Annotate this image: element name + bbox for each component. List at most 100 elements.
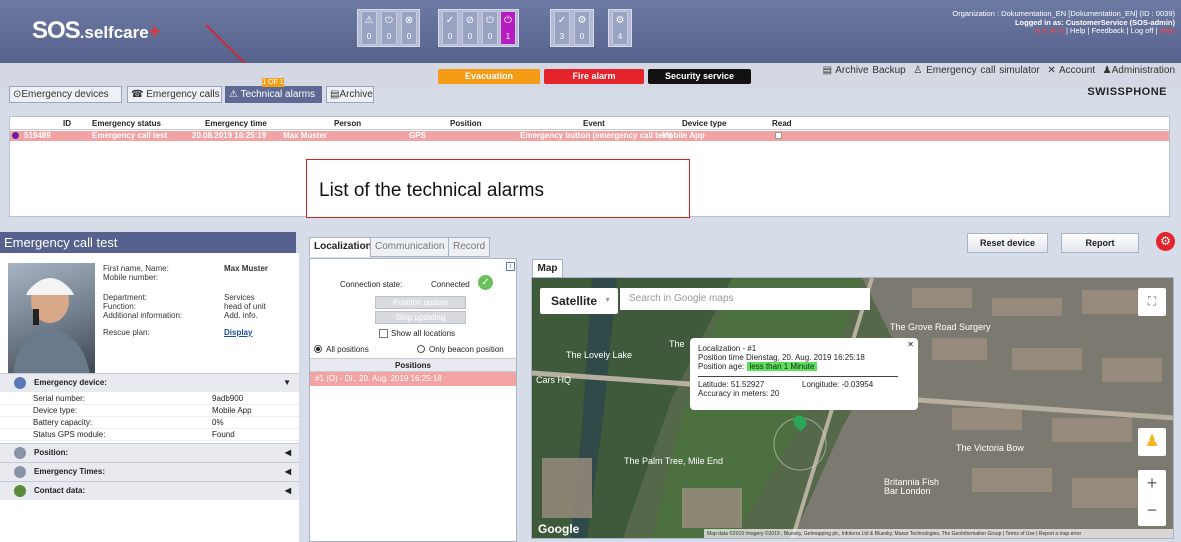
gear-icon: ⚙ — [577, 15, 587, 26]
position-icon — [14, 447, 26, 459]
name-value: Max Muster — [224, 264, 269, 273]
tab-technical-alarms[interactable]: ⚠ Technical alarms — [225, 86, 322, 103]
map-search-input[interactable]: Search in Google maps — [620, 288, 870, 310]
users-icon: ♟ — [1102, 65, 1112, 76]
pegman-icon[interactable]: ♟ — [1138, 428, 1166, 456]
position-row[interactable]: #1 (O) - Di., 20. Aug. 2019 16:25:18 — [310, 372, 516, 386]
org-info: Organization : Dokumentation_EN [Dokumen… — [952, 9, 1175, 36]
administration-link[interactable]: Administration — [1112, 65, 1175, 76]
close-icon[interactable]: ✕ — [907, 340, 914, 349]
connection-value: Connected — [431, 280, 470, 289]
account-link[interactable]: Account — [1059, 65, 1095, 76]
news-link[interactable]: N E W S — [1035, 26, 1064, 35]
counter-power-active[interactable]: ⏻ 1 — [500, 11, 516, 45]
person-photo — [8, 263, 95, 374]
col-read[interactable]: Read — [772, 119, 792, 128]
warning-icon: ⚠ — [364, 15, 374, 26]
place-label: The — [669, 339, 685, 349]
department-labels: Department: Function: Additional informa… — [103, 293, 183, 320]
archive-icon: ▤ — [822, 65, 833, 76]
detail-title: Emergency call test — [0, 232, 296, 253]
position-update-button[interactable]: Position update — [375, 296, 466, 309]
google-logo: Google — [538, 522, 580, 536]
simulator-link[interactable]: Emergency call simulator — [926, 65, 1040, 76]
counter-warning[interactable]: ⚠ 0 — [361, 11, 377, 45]
stop-updating-button[interactable]: Stop updating — [375, 311, 466, 324]
all-positions-radio[interactable] — [314, 345, 322, 353]
tab-record[interactable]: Record — [448, 237, 491, 257]
device-row: Device type: Mobile App — [0, 405, 299, 417]
tab-emergency-devices[interactable]: ⊙Emergency devices — [9, 86, 122, 103]
popup-time: Position time Dienstag, 20. Aug. 2019 16… — [698, 353, 865, 362]
info-icon[interactable]: i — [506, 262, 515, 271]
col-position[interactable]: Position — [450, 119, 482, 128]
name-labels: First name, Name: Mobile number: — [103, 264, 169, 282]
popup-accuracy: Accuracy in meters: 20 — [698, 389, 780, 398]
map-view[interactable]: Satellite ▼ Search in Google maps ⛶ Local… — [531, 277, 1174, 539]
positions-header: Positions — [310, 358, 516, 372]
location-popup: Localization - #1 Position time Dienstag… — [690, 338, 918, 410]
tab-map[interactable]: Map — [532, 259, 563, 277]
tab-localization[interactable]: Localization — [309, 237, 377, 257]
place-label: The Victoria Bow — [956, 443, 1024, 453]
tab-archive[interactable]: ▤Archive — [326, 86, 374, 103]
read-checkbox[interactable] — [775, 132, 782, 139]
device-row: Status GPS module: Found — [0, 429, 299, 441]
only-beacon-label: Only beacon position — [429, 345, 504, 354]
counter-power-2[interactable]: ⏻ 0 — [482, 11, 498, 45]
counter-power[interactable]: ⏻ 0 — [381, 11, 397, 45]
zoom-out-button[interactable]: − — [1138, 497, 1166, 524]
cell-person: Max Muster — [283, 131, 328, 140]
report-button[interactable]: Report — [1061, 233, 1139, 253]
help-link-red[interactable]: Help — [1160, 26, 1175, 35]
warning-icon: ⚠ — [229, 89, 241, 100]
show-all-checkbox[interactable] — [379, 329, 388, 338]
place-label: Britannia Fish Bar London — [884, 477, 940, 496]
chevron-down-icon: ▼ — [604, 297, 611, 304]
tab-communication[interactable]: Communication — [370, 237, 450, 257]
evacuation-button[interactable]: Evacuation — [438, 69, 540, 84]
section-position[interactable]: Position: ◀ — [0, 443, 299, 462]
power-icon: ⏻ — [504, 15, 512, 26]
counter-check[interactable]: ✓ 0 — [442, 11, 458, 45]
archive-backup-link[interactable]: Archive Backup — [835, 65, 905, 76]
col-person[interactable]: Person — [334, 119, 361, 128]
popup-coords: Latitude: 51.52927 Longitude: -0.03954 — [698, 380, 874, 389]
map-type-select[interactable]: Satellite ▼ — [540, 288, 618, 314]
counter-check-2[interactable]: ✓ 3 — [554, 11, 570, 45]
zoom-control: + − — [1138, 470, 1166, 526]
header-links-text[interactable]: | Help | Feedback | Log off | — [1064, 26, 1160, 35]
col-device-type[interactable]: Device type — [682, 119, 726, 128]
col-event[interactable]: Event — [583, 119, 605, 128]
only-beacon-radio[interactable] — [417, 345, 425, 353]
place-label: Cars HQ — [536, 375, 572, 385]
popup-age: Position age: less than 1 Minute — [698, 362, 910, 371]
fullscreen-icon[interactable]: ⛶ — [1138, 288, 1166, 316]
section-emergency-device[interactable]: Emergency device: ▼ — [0, 373, 299, 392]
table-row[interactable]: 519489 Emergency call test 20.08.2019 16… — [10, 131, 1169, 141]
reset-device-button[interactable]: Reset device — [967, 233, 1048, 253]
age-badge: less than 1 Minute — [746, 362, 818, 371]
clock-icon — [14, 466, 26, 478]
col-status[interactable]: Emergency status — [92, 119, 161, 128]
counter-cancel[interactable]: ⊘ 0 — [462, 11, 478, 45]
zoom-in-button[interactable]: + — [1138, 470, 1166, 497]
section-emergency-times[interactable]: Emergency Times: ◀ — [0, 462, 299, 481]
col-id[interactable]: ID — [63, 119, 71, 128]
section-contact-data[interactable]: Contact data: ◀ — [0, 481, 299, 500]
chevron-left-icon: ◀ — [284, 448, 291, 457]
counter-alert[interactable]: ⊗ 0 — [401, 11, 417, 45]
fire-alarm-button[interactable]: Fire alarm — [544, 69, 644, 84]
department-values: Services head of unit Add. info. — [224, 293, 266, 320]
rescue-plan-link[interactable]: Display — [224, 328, 252, 337]
security-service-button[interactable]: Security service — [648, 69, 751, 84]
col-time[interactable]: Emergency time — [205, 119, 267, 128]
all-positions-label: All positions — [326, 345, 369, 354]
close-panel-icon[interactable]: ⚙ — [1156, 232, 1175, 251]
power-icon: ⏻ — [486, 15, 494, 26]
tab-emergency-calls[interactable]: ☎ Emergency calls — [127, 86, 222, 103]
counter-gear[interactable]: ⚙ 0 — [574, 11, 590, 45]
swissphone-logo: SWISSPHONE — [1087, 86, 1167, 98]
gear-icon: ⚙ — [615, 15, 625, 26]
counter-gear-2[interactable]: ⚙ 4 — [612, 11, 628, 45]
